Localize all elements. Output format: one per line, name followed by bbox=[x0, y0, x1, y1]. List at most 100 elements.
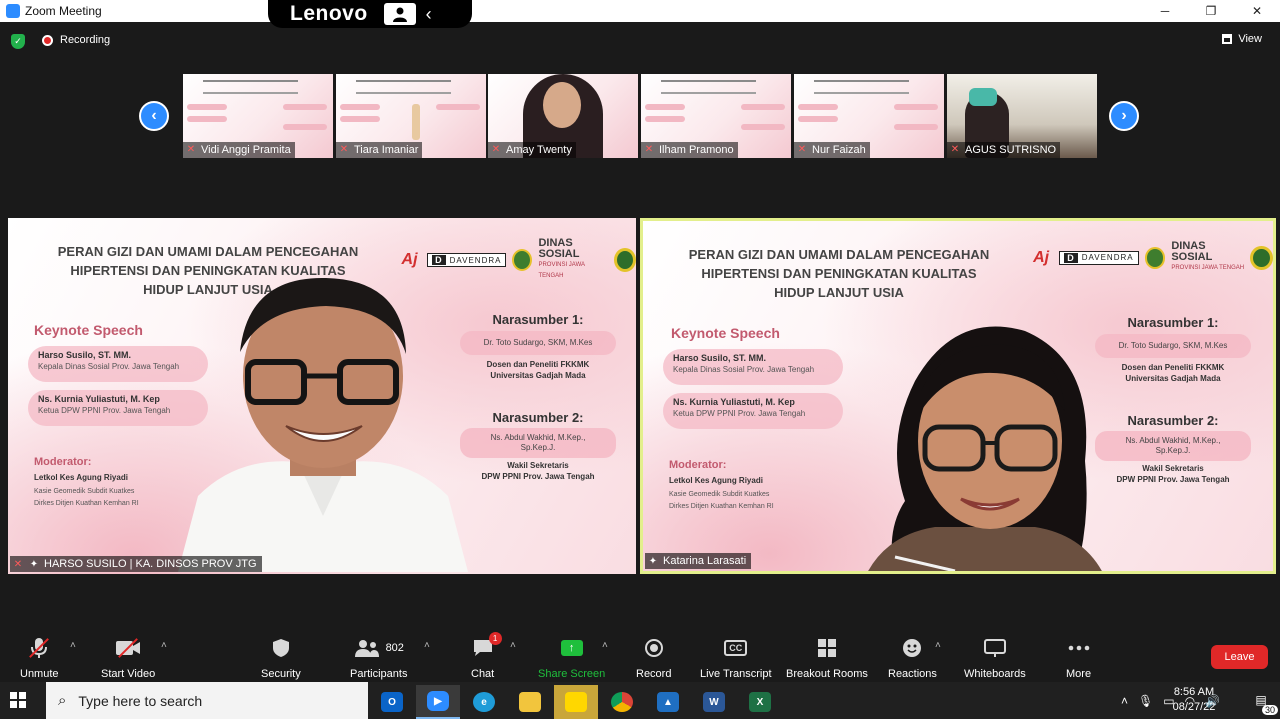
organization-seal-icon bbox=[614, 248, 636, 272]
reactions-button[interactable]: Reactions bbox=[888, 636, 937, 680]
start-video-button[interactable]: Start Video bbox=[101, 636, 155, 680]
windows-start-button[interactable] bbox=[10, 692, 26, 708]
slide-title-line: PERAN GIZI DAN UMAMI DALAM PENCEGAHAN bbox=[57, 244, 359, 259]
taskbar-clock[interactable]: 8:56 AM 08/27/22 bbox=[1164, 685, 1224, 715]
leave-button[interactable]: Leave bbox=[1211, 645, 1268, 669]
slide-title-line: HIDUP LANJUT USIA bbox=[774, 285, 904, 300]
audio-options-caret[interactable]: ˄ bbox=[70, 640, 76, 651]
muted-mic-icon: ✕ bbox=[339, 144, 349, 155]
cc-glyph: CC bbox=[724, 640, 748, 656]
ajinomoto-logo: Aj bbox=[1033, 248, 1050, 266]
strip-next-button[interactable]: › bbox=[1109, 101, 1139, 131]
notification-center-button[interactable]: ▤ 30 bbox=[1250, 690, 1278, 715]
speaker2-name-line: Ns. Abdul Wakhid, M.Kep., bbox=[490, 433, 586, 442]
microphone-tray-icon[interactable]: 🎙 bbox=[1138, 694, 1153, 708]
participant-thumbnail[interactable]: ✕ Nur Faizah bbox=[794, 74, 944, 158]
video-tile-left[interactable]: PERAN GIZI DAN UMAMI DALAM PENCEGAHAN HI… bbox=[8, 218, 636, 574]
participant-name: Vidi Anggi Pramita bbox=[201, 144, 291, 156]
participant-thumbnail[interactable]: ✕ Vidi Anggi Pramita bbox=[183, 74, 333, 158]
restore-button[interactable]: ❐ bbox=[1188, 0, 1234, 22]
closed-captions-icon: CC bbox=[724, 636, 748, 660]
more-dots-icon bbox=[1068, 636, 1090, 660]
unmute-button[interactable]: Unmute bbox=[20, 636, 59, 680]
participant-thumbnail[interactable]: ✕ AGUS SUTRISNO bbox=[947, 74, 1097, 158]
taskbar-app-chrome[interactable] bbox=[600, 685, 644, 719]
whiteboards-button[interactable]: Whiteboards bbox=[964, 636, 1026, 680]
speaker2-heading: Narasumber 2: bbox=[1127, 413, 1219, 428]
reactions-options-caret[interactable]: ˄ bbox=[935, 640, 941, 651]
share-options-caret[interactable]: ˄ bbox=[602, 640, 608, 651]
participants-button[interactable]: 802 Participants bbox=[350, 636, 407, 680]
more-button[interactable]: More bbox=[1066, 636, 1091, 680]
close-button[interactable]: ✕ bbox=[1234, 0, 1280, 22]
live-transcript-button[interactable]: CC Live Transcript bbox=[700, 636, 772, 680]
chat-bubble-icon: 1 bbox=[472, 632, 502, 660]
participant-thumbnail[interactable]: ✕ Ilham Pramono bbox=[641, 74, 791, 158]
moderator-heading: Moderator: bbox=[34, 456, 92, 468]
taskbar-app-file-explorer[interactable] bbox=[508, 685, 552, 719]
tile-participant-name: HARSO SUSILO | KA. DINSOS PROV JTG bbox=[44, 558, 257, 570]
security-button[interactable]: Security bbox=[261, 636, 301, 680]
taskbar-search-box[interactable]: ⌕ Type here to search bbox=[46, 682, 368, 719]
taskbar-app-edge[interactable]: e bbox=[462, 685, 506, 719]
start-video-label: Start Video bbox=[101, 668, 156, 680]
moderator-role: Kasie Geomedik Subdit Kuatkes Dirkes Ditj… bbox=[34, 486, 139, 510]
province-seal-icon bbox=[1144, 246, 1166, 269]
speaker2-role-line: Wakil Sekretaris bbox=[1142, 464, 1204, 473]
davendra-text: DAVENDRA bbox=[1081, 253, 1134, 262]
video-options-caret[interactable]: ˄ bbox=[161, 640, 167, 651]
recording-label: Recording bbox=[60, 34, 111, 46]
participant-namebar: ✕ Ilham Pramono bbox=[641, 142, 738, 158]
meeting-topbar: ✓ Recording View bbox=[0, 22, 1280, 60]
chat-options-caret[interactable]: ˄ bbox=[510, 640, 516, 651]
moderator-role-line: Dirkes Ditjen Kuathan Kemhan RI bbox=[34, 500, 139, 507]
microphone-muted-icon bbox=[29, 636, 50, 660]
tile-namebar: ✕ ✦ HARSO SUSILO | KA. DINSOS PROV JTG bbox=[10, 556, 262, 572]
province-seal-icon bbox=[512, 249, 533, 271]
speaker2-name-line: Ns. Abdul Wakhid, M.Kep., bbox=[1125, 436, 1221, 445]
slide-pill bbox=[645, 104, 685, 110]
reactions-smiley-icon bbox=[902, 636, 922, 660]
keynote-pill: Harso Susilo, ST. MM. Kepala Dinas Sosial… bbox=[663, 349, 843, 385]
view-button[interactable]: View bbox=[1222, 33, 1262, 45]
window-title: Zoom Meeting bbox=[25, 4, 102, 18]
whiteboards-label: Whiteboards bbox=[964, 668, 1026, 680]
collapse-chevron-icon[interactable]: ‹ bbox=[426, 4, 432, 25]
recording-indicator[interactable]: Recording bbox=[42, 34, 110, 46]
taskbar-app-photos[interactable]: ▲ bbox=[646, 685, 690, 719]
breakout-rooms-button[interactable]: Breakout Rooms bbox=[786, 636, 868, 680]
moderator-role-line: Dirkes Ditjen Kuathan Kemhan RI bbox=[669, 503, 774, 510]
taskbar-app-zoom[interactable]: ▶ bbox=[416, 685, 460, 719]
search-icon: ⌕ bbox=[58, 692, 67, 709]
tray-overflow-icon[interactable]: ˄ bbox=[1121, 694, 1128, 708]
spotlight-pin-icon: ✦ bbox=[29, 558, 39, 570]
record-button[interactable]: Record bbox=[636, 636, 671, 680]
view-label: View bbox=[1238, 33, 1262, 45]
encryption-shield-icon[interactable]: ✓ bbox=[11, 34, 25, 49]
user-presence-icon[interactable] bbox=[383, 3, 416, 25]
video-tile-right-active-speaker[interactable]: PERAN GIZI DAN UMAMI DALAM PENCEGAHAN HI… bbox=[640, 218, 1276, 574]
participants-options-caret[interactable]: ˄ bbox=[424, 640, 430, 651]
slide-pill bbox=[741, 104, 785, 110]
chat-button[interactable]: 1 Chat bbox=[471, 632, 502, 680]
taskbar-app-word[interactable]: W bbox=[692, 685, 736, 719]
strip-prev-button[interactable]: ‹ bbox=[139, 101, 169, 131]
dinsos-subtext: PROVINSI JAWA TENGAH bbox=[538, 262, 585, 279]
speaker1-role: Dosen dan Peneliti FKKMK Universitas Gadj… bbox=[460, 359, 616, 381]
breakout-rooms-icon bbox=[817, 636, 837, 660]
speaker-video-katarina bbox=[868, 326, 1102, 571]
taskbar-app-sticky-notes[interactable] bbox=[554, 685, 598, 719]
minimize-button[interactable]: ─ bbox=[1142, 0, 1188, 22]
taskbar-app-excel[interactable]: X bbox=[738, 685, 782, 719]
participant-thumbnail[interactable]: ✕ Amay Twenty bbox=[488, 74, 638, 158]
taskbar-app-outlook[interactable]: O bbox=[370, 685, 414, 719]
share-screen-button[interactable]: ↑ Share Screen bbox=[538, 636, 605, 680]
speaker2-role-line: Wakil Sekretaris bbox=[507, 461, 569, 470]
speaker2-pill: Ns. Abdul Wakhid, M.Kep., Sp.Kep.J. bbox=[460, 428, 616, 458]
speaker1-role-line: Dosen dan Peneliti FKKMK bbox=[486, 360, 590, 369]
speaker2-role-line: DPW PPNI Prov. Jawa Tengah bbox=[481, 472, 595, 481]
keynote-name: Ns. Kurnia Yuliastuti, M. Kep bbox=[673, 397, 795, 407]
muted-mic-icon: ✕ bbox=[13, 558, 23, 570]
window-controls: ─ ❐ ✕ bbox=[1142, 0, 1280, 22]
participant-thumbnail[interactable]: ✕ Tiara Imaniar bbox=[336, 74, 486, 158]
